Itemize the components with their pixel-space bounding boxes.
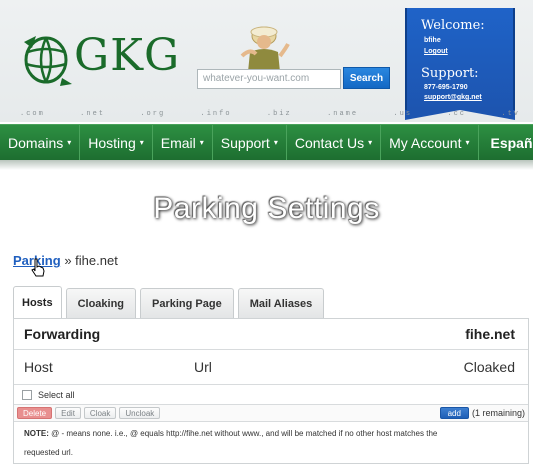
nav-label: Support [220, 134, 270, 151]
cloak-button[interactable]: Cloak [83, 407, 117, 419]
forwarding-header: Forwarding fihe.net [14, 319, 528, 350]
nav-label: Domains [8, 134, 64, 151]
table-header: Host Url Cloaked [14, 350, 528, 385]
support-phone: 877-695-1790 [424, 84, 468, 91]
uncloak-button[interactable]: Uncloak [119, 407, 161, 419]
chevron-down-icon: ▾ [273, 138, 278, 147]
tld-item: .net [80, 110, 105, 118]
remaining-count: (1 remaining) [471, 408, 525, 418]
mascot-figure-icon [240, 26, 290, 72]
column-cloaked: Cloaked [463, 359, 515, 375]
nav-label: Hosting [88, 134, 136, 151]
globe-icon [24, 36, 72, 86]
hosts-panel: Forwarding fihe.net Host Url Cloaked Sel… [13, 318, 529, 464]
chevron-down-icon: ▾ [199, 138, 204, 147]
tld-item: .biz [266, 110, 292, 118]
delete-button[interactable]: Delete [17, 407, 53, 419]
note-label: NOTE: [24, 429, 49, 438]
edit-button[interactable]: Edit [55, 407, 81, 419]
action-bar: Delete Edit Cloak Uncloak add (1 remaini… [14, 405, 528, 422]
account-ribbon: Welcome: bfihe Logout Support: 877-695-1… [405, 8, 515, 110]
settings-tabs: Hosts Cloaking Parking Page Mail Aliases [13, 286, 328, 318]
tld-item: .tv [501, 110, 520, 118]
nav-label: Contact Us [294, 134, 365, 151]
nav-hosting[interactable]: Hosting ▾ [80, 125, 153, 160]
add-group: add (1 remaining) [439, 407, 528, 419]
column-url: Url [194, 359, 212, 375]
chevron-down-icon: ▾ [465, 138, 470, 147]
support-title: Support: [421, 66, 479, 81]
breadcrumb: Parking » fihe.net [13, 253, 118, 268]
domain-search-input[interactable]: whatever-you-want.com [197, 69, 341, 89]
logo-text: GKG [74, 30, 181, 81]
tab-mail-aliases[interactable]: Mail Aliases [237, 288, 325, 318]
username: bfihe [424, 37, 441, 44]
tld-item: .com [20, 110, 45, 118]
main-nav: Domains ▾ Hosting ▾ Email ▾ Support ▾ Contac… [0, 124, 533, 160]
site-header: GKG whatever-you-want.com Search Welcome… [0, 0, 533, 122]
note-text: NOTE: @ - means none. i.e., @ equals htt… [14, 422, 528, 462]
nav-label: Email [160, 134, 196, 151]
nav-label: My Account [389, 134, 462, 151]
nav-language-espanol[interactable]: Español [479, 125, 533, 160]
tab-hosts[interactable]: Hosts [13, 286, 62, 318]
tab-parking-page[interactable]: Parking Page [140, 288, 234, 318]
select-all-row: Select all [14, 385, 528, 405]
nav-support[interactable]: Support ▾ [213, 125, 287, 160]
chevron-down-icon: ▾ [368, 138, 373, 147]
tld-item: .name [327, 110, 359, 118]
breadcrumb-current: fihe.net [75, 253, 118, 268]
column-host: Host [24, 359, 53, 375]
chevron-down-icon: ▾ [139, 138, 144, 147]
tld-strip: .com .net .org .info .biz .name .us .cc … [20, 110, 520, 122]
nav-domains[interactable]: Domains ▾ [0, 125, 81, 160]
tab-cloaking[interactable]: Cloaking [65, 288, 137, 318]
welcome-title: Welcome: [421, 18, 485, 33]
nav-shadow [0, 160, 533, 170]
note-line-2: requested url. [24, 448, 73, 457]
nav-email[interactable]: Email ▾ [153, 125, 213, 160]
tld-item: .us [393, 110, 413, 118]
select-all-checkbox[interactable] [22, 389, 32, 400]
hand-cursor-icon [31, 258, 45, 277]
note-line-1: @ - means none. i.e., @ equals http://fi… [48, 429, 438, 438]
search-button[interactable]: Search [343, 67, 390, 89]
tld-item: .info [200, 110, 232, 118]
nav-contact-us[interactable]: Contact Us ▾ [287, 125, 382, 160]
select-all-label: Select all [38, 389, 75, 400]
tld-item: .org [140, 110, 166, 118]
chevron-down-icon: ▾ [67, 138, 72, 147]
domain-name: fihe.net [465, 326, 515, 342]
add-button[interactable]: add [439, 407, 469, 419]
page-title: Parking Settings [153, 192, 380, 225]
logout-link[interactable]: Logout [424, 48, 448, 55]
gkg-logo[interactable]: GKG [22, 20, 192, 100]
forwarding-label: Forwarding [24, 326, 101, 342]
support-email-link[interactable]: support@gkg.net [424, 94, 482, 101]
breadcrumb-separator: » [64, 253, 72, 268]
tld-item: .cc [447, 110, 467, 118]
nav-my-account[interactable]: My Account ▾ [381, 125, 479, 160]
